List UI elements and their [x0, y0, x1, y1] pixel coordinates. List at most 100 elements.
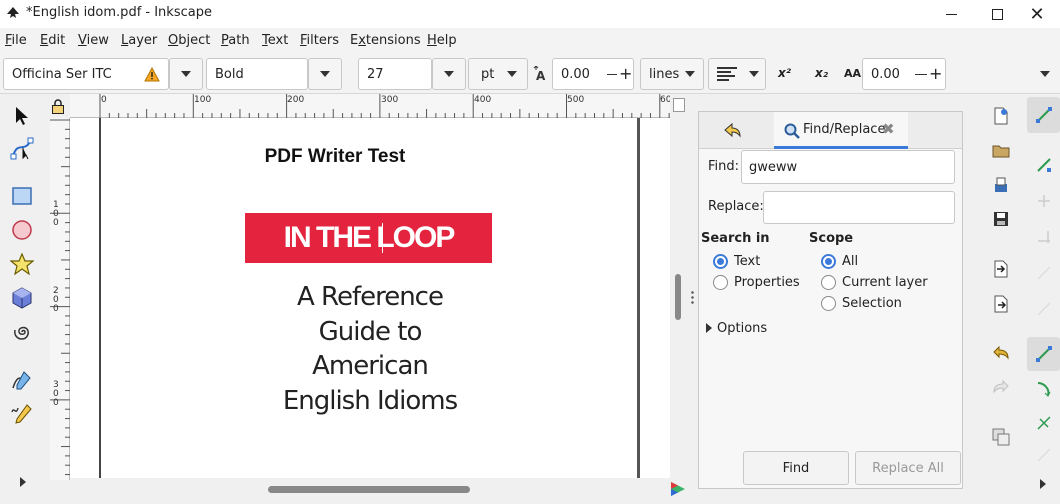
body-text[interactable]: A Reference Guide to American English Id… [250, 280, 490, 418]
redo-button[interactable] [990, 376, 1012, 398]
new-document-button[interactable] [990, 105, 1012, 127]
search-properties-radio[interactable] [713, 275, 728, 290]
line-spacing-field[interactable]: 0.00 + [552, 58, 634, 90]
snap-intersection-icon [1037, 416, 1051, 430]
close-button[interactable]: ✕ [1014, 0, 1060, 28]
menu-object[interactable]: Object [168, 33, 210, 48]
menu-file[interactable]: File [5, 33, 27, 48]
spacing-mode-combo[interactable]: lines [640, 58, 704, 90]
pen-tool[interactable] [8, 366, 36, 394]
text-toolbar: Officina Ser ITC Bold 27 pt A 0.00 + lin… [0, 54, 1060, 94]
window-title: *English idom.pdf - Inkscape [26, 5, 212, 20]
menu-view[interactable]: View [78, 33, 109, 48]
snap-edge-icon [1038, 195, 1050, 207]
options-expander[interactable]: Options [717, 321, 767, 336]
search-text-label[interactable]: Text [734, 254, 760, 269]
menu-filters[interactable]: Filters [300, 33, 339, 48]
snap-smooth-button[interactable] [1033, 444, 1055, 466]
unit-combo[interactable]: pt [468, 58, 528, 90]
import-icon [994, 260, 1008, 278]
chevron-down-icon [685, 71, 695, 77]
options-expander-icon[interactable] [706, 323, 712, 333]
drawing-canvas[interactable]: PDF Writer Test IN THE LOOP A Reference … [70, 118, 670, 478]
circle-icon [12, 220, 32, 240]
open-button[interactable] [990, 140, 1012, 162]
snap-path-button[interactable] [1033, 378, 1055, 400]
replace-input[interactable] [763, 191, 955, 224]
import-button[interactable] [990, 258, 1012, 280]
find-button[interactable]: Find [743, 451, 849, 485]
dock-tab-other[interactable] [721, 121, 745, 141]
tab-find-replace[interactable]: Find/Replace ✖ [774, 112, 908, 149]
snap-center-button[interactable] [1033, 262, 1055, 284]
search-text-radio[interactable] [713, 254, 728, 269]
horizontal-scroll-thumb[interactable] [268, 486, 470, 493]
snap-toggle-button[interactable] [1027, 97, 1060, 133]
snap-bbox-button[interactable] [1033, 154, 1055, 176]
scope-current-layer-radio[interactable] [821, 275, 836, 290]
document-heading[interactable]: PDF Writer Test [70, 146, 600, 168]
pencil-tool[interactable] [8, 400, 36, 428]
star-tool[interactable] [8, 250, 36, 278]
lock-icon[interactable] [51, 99, 65, 115]
undo-button[interactable] [990, 342, 1012, 364]
scope-selection-radio[interactable] [821, 296, 836, 311]
snap-edge-button[interactable] [1033, 190, 1055, 212]
print-button[interactable] [990, 174, 1012, 196]
vertical-scroll-thumb[interactable] [675, 274, 681, 320]
menu-layer[interactable]: Layer [121, 33, 157, 48]
font-style-combo[interactable]: Bold [206, 58, 308, 90]
font-style-dropdown[interactable] [308, 58, 342, 90]
snap-intersection-button[interactable] [1033, 412, 1055, 434]
vertical-scrollbar[interactable] [670, 94, 688, 478]
superscript-button[interactable]: x² [778, 66, 791, 80]
selector-tool[interactable] [8, 102, 36, 130]
subscript-button[interactable]: x₂ [815, 66, 828, 80]
scope-selection-label[interactable]: Selection [842, 296, 902, 311]
menu-edit[interactable]: Edit [40, 33, 65, 48]
save-button[interactable] [990, 208, 1012, 230]
vertical-ruler[interactable]: 1 0 0 2 0 0 3 0 0 [50, 118, 70, 480]
font-size-combo[interactable]: 27 [358, 58, 432, 90]
snap-page-button[interactable] [1033, 298, 1055, 320]
spiral-tool[interactable] [8, 318, 36, 346]
search-properties-label[interactable]: Properties [734, 275, 800, 290]
horizontal-ruler[interactable]: 0 100 200 300 400 500 60 [70, 94, 671, 118]
undo-icon [993, 346, 1009, 360]
menu-extensions[interactable]: Extensions [350, 33, 421, 48]
menu-path[interactable]: Path [221, 33, 250, 48]
color-manage-icon[interactable] [670, 480, 686, 498]
horizontal-scrollbar[interactable] [70, 478, 670, 504]
scope-all-label[interactable]: All [842, 254, 858, 269]
node-tool[interactable] [8, 134, 36, 162]
snap-toggle-icon[interactable] [673, 98, 685, 112]
alignment-combo[interactable] [708, 58, 766, 90]
snap-corner-icon [1038, 231, 1050, 243]
snap-corner-button[interactable] [1033, 226, 1055, 248]
minimize-button[interactable] [928, 0, 974, 28]
snap-nodes-button[interactable] [1027, 337, 1060, 371]
letter-spacing-field[interactable]: 0.00 + [862, 58, 946, 90]
dock-drag-handle[interactable] [691, 290, 694, 304]
font-family-dropdown[interactable] [169, 58, 203, 90]
find-input[interactable]: gweww [741, 150, 955, 184]
scope-all-radio[interactable] [821, 254, 836, 269]
duplicate-button[interactable] [990, 426, 1012, 448]
export-button[interactable] [990, 293, 1012, 315]
title-banner[interactable]: IN THE LOOP [245, 213, 492, 263]
toolbar-overflow-icon[interactable] [1040, 71, 1050, 77]
font-family-combo[interactable]: Officina Ser ITC [3, 58, 169, 90]
menu-bar: File Edit View Layer Object Path Text Fi… [0, 28, 1060, 54]
rectangle-tool[interactable] [8, 182, 36, 210]
3d-box-tool[interactable] [8, 284, 36, 312]
ellipse-tool[interactable] [8, 216, 36, 244]
export-icon [994, 295, 1008, 313]
menu-help[interactable]: Help [427, 33, 457, 48]
expand-snap-icon[interactable] [1040, 479, 1046, 489]
replace-all-button[interactable]: Replace All [855, 451, 961, 485]
expand-tools-icon[interactable] [20, 477, 26, 487]
scope-current-layer-label[interactable]: Current layer [842, 275, 928, 290]
font-size-dropdown[interactable] [432, 58, 466, 90]
menu-text[interactable]: Text [262, 33, 288, 48]
close-tab-icon[interactable]: ✖ [882, 120, 895, 138]
